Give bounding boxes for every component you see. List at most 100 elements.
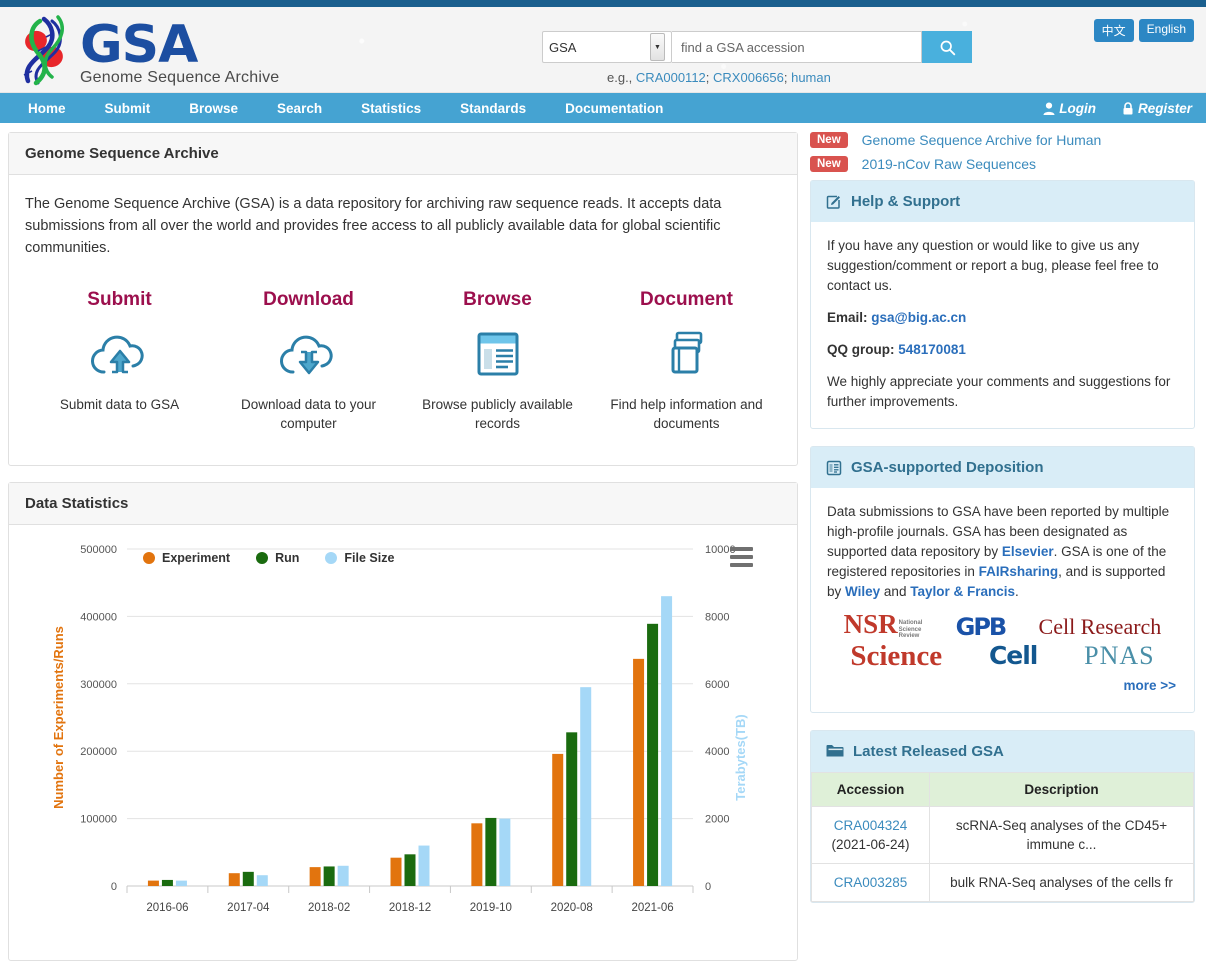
example-link-1[interactable]: CRA000112 [636,70,706,85]
cloud-upload-icon [88,328,152,380]
lock-icon [1122,102,1134,115]
login-label: Login [1059,101,1096,116]
help-email-row: Email: gsa@big.ac.cn [827,308,1178,328]
svg-text:Terabytes(TB): Terabytes(TB) [733,714,748,800]
latest-released-panel: Latest Released GSA Accession Descriptio… [810,730,1195,903]
latest-released-table: Accession Description CRA004324 (2021-06… [811,772,1194,902]
qq-link[interactable]: 548170081 [898,342,966,357]
login-button[interactable]: Login [1043,101,1096,116]
svg-text:100000: 100000 [80,814,117,826]
column-header-accession: Accession [812,772,930,806]
wiley-link[interactable]: Wiley [845,584,880,599]
journal-logo-science[interactable]: Science [850,646,942,666]
feature-document[interactable]: Document Find help information and docum… [592,289,781,433]
main-navigation: Home Submit Browse Search Statistics Sta… [0,93,1206,123]
nav-item-standards[interactable]: Standards [460,101,526,116]
chart-canvas: 0010000020002000004000300000600040000080… [15,531,791,951]
latest-released-title: Latest Released GSA [853,743,1004,760]
search-icon [939,39,956,56]
search-scope-value: GSA [549,40,576,55]
journal-logo-nsr[interactable]: NSRNationalScienceReview [844,614,923,640]
help-qq-row: QQ group: 548170081 [827,340,1178,360]
svg-text:0: 0 [111,881,117,893]
example-link-2[interactable]: CRX006656 [713,70,784,85]
document-list-icon [472,328,524,380]
news-item[interactable]: New Genome Sequence Archive for Human [810,132,1195,148]
legend-item-experiment[interactable]: Experiment [143,551,230,565]
email-label: Email: [827,310,868,325]
email-link[interactable]: gsa@big.ac.cn [871,310,966,325]
nsr-text: NSR [844,614,898,634]
journal-logos: NSRNationalScienceReview GPB Cell Resear… [827,614,1178,666]
journal-logo-cell[interactable]: Cell [989,646,1037,666]
deposition-text: Data submissions to GSA have been report… [827,502,1178,602]
statistics-chart: Experiment Run File Size 001000002000200… [15,531,791,956]
accession-link[interactable]: CRA003285 [834,875,908,890]
svg-text:500000: 500000 [80,544,117,556]
nav-item-browse[interactable]: Browse [189,101,238,116]
search-bar[interactable]: GSA ▼ find a GSA accession [542,31,972,63]
svg-text:0: 0 [705,881,711,893]
legend-label: Experiment [162,551,230,565]
nav-item-home[interactable]: Home [28,101,66,116]
news-link[interactable]: Genome Sequence Archive for Human [862,132,1102,148]
legend-color-swatch [256,552,268,564]
table-row[interactable]: CRA004324 (2021-06-24) scRNA-Seq analyse… [812,806,1194,863]
deposition-panel: GSA-supported Deposition Data submission… [810,446,1195,713]
deposition-title: GSA-supported Deposition [851,459,1044,476]
search-input[interactable]: find a GSA accession [672,31,922,63]
example-link-3[interactable]: human [791,70,831,85]
nav-item-statistics[interactable]: Statistics [361,101,421,116]
legend-label: File Size [344,551,394,565]
taylor-francis-link[interactable]: Taylor & Francis [910,584,1015,599]
news-link[interactable]: 2019-nCov Raw Sequences [862,156,1036,172]
register-label: Register [1138,101,1192,116]
new-badge: New [810,132,848,148]
feature-submit[interactable]: Submit Submit data to GSA [25,289,214,433]
legend-item-file-size[interactable]: File Size [325,551,394,565]
journal-logo-pnas[interactable]: PNAS [1084,646,1154,666]
feature-browse[interactable]: Browse [403,289,592,433]
data-statistics-panel: Data Statistics Experiment Run [8,482,798,961]
svg-text:2017-04: 2017-04 [227,902,270,914]
feature-shortcuts: Submit Submit data to GSA Download [25,289,781,447]
chevron-down-icon[interactable]: ▼ [650,33,665,61]
nav-item-search[interactable]: Search [277,101,322,116]
svg-text:2016-06: 2016-06 [146,902,188,914]
journal-logo-cell-research[interactable]: Cell Research [1039,617,1162,637]
legend-color-swatch [325,552,337,564]
nav-item-submit[interactable]: Submit [105,101,151,116]
sep-1: ; [706,70,713,85]
feature-download[interactable]: Download Download data to your computer [214,289,403,433]
more-link[interactable]: more >> [1123,678,1176,693]
hamburger-menu-icon[interactable] [730,547,753,571]
search-button[interactable] [922,31,972,63]
logo-wordmark: GSA [80,19,279,71]
svg-text:300000: 300000 [80,679,117,691]
books-icon [661,328,713,380]
svg-text:2000: 2000 [705,814,729,826]
svg-text:2018-12: 2018-12 [389,902,431,914]
news-item[interactable]: New 2019-nCov Raw Sequences [810,156,1195,172]
cell-accession: CRA003285 [812,863,930,901]
intro-panel: Genome Sequence Archive The Genome Seque… [8,132,798,466]
nav-item-documentation[interactable]: Documentation [565,101,663,116]
legend-item-run[interactable]: Run [256,551,299,565]
accession-link[interactable]: CRA004324 [834,818,908,833]
lang-chinese-button[interactable]: 中文 [1094,19,1134,42]
help-support-panel: Help & Support If you have any question … [810,180,1195,429]
data-statistics-title: Data Statistics [9,483,797,525]
feature-document-title: Document [592,289,781,311]
feature-browse-title: Browse [403,289,592,311]
site-logo[interactable]: GSA Genome Sequence Archive [18,13,279,89]
elsevier-link[interactable]: Elsevier [1002,544,1054,559]
search-scope-select[interactable]: GSA ▼ [542,31,672,63]
journal-logo-gpb[interactable]: GPB [956,617,1006,637]
lang-english-button[interactable]: English [1139,19,1194,42]
language-switcher[interactable]: 中文 English [1094,19,1194,42]
help-paragraph-1: If you have any question or would like t… [827,236,1178,296]
table-row[interactable]: CRA003285 bulk RNA-Seq analyses of the c… [812,863,1194,901]
fairsharing-link[interactable]: FAIRsharing [979,564,1059,579]
register-button[interactable]: Register [1122,101,1192,116]
svg-text:8000: 8000 [705,611,729,623]
